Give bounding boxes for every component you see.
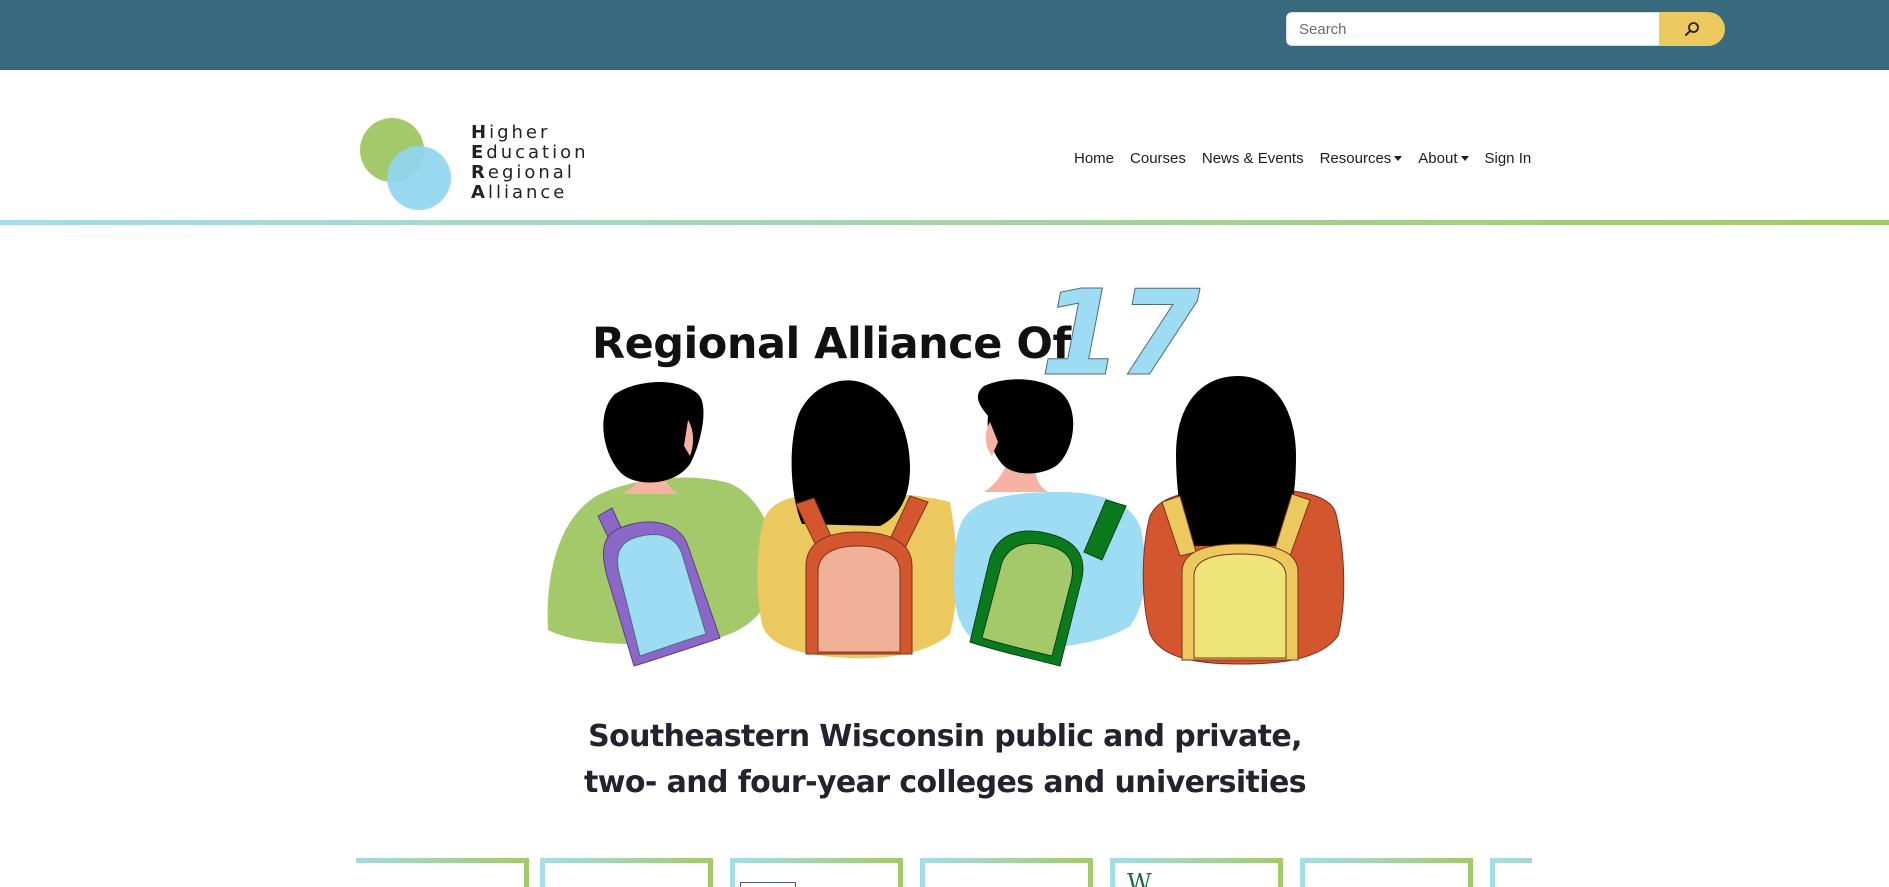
member-card[interactable] [920,858,1093,887]
member-cards-row: W [356,858,1532,887]
member-logo-icon [740,882,796,887]
logo-wordmark: Higher Education Regional Alliance [471,123,589,203]
chevron-down-icon [1460,156,1469,161]
nav-news-events[interactable]: News & Events [1194,150,1312,167]
nav-home[interactable]: Home [1074,150,1122,167]
member-card[interactable] [1490,858,1532,887]
search-icon [1685,22,1699,36]
member-card[interactable] [730,858,903,887]
member-card[interactable]: W [1110,858,1283,887]
student-3 [954,379,1146,667]
logo-line-3: Regional [471,162,575,183]
hero-banner: Regional Alliance Of 17 Southeastern Wis… [540,274,1350,806]
nav-courses[interactable]: Courses [1122,150,1194,167]
hero-number: 17 [1039,264,1200,402]
student-4 [1142,376,1345,665]
logo-line-4: Alliance [471,182,568,203]
member-card[interactable] [356,858,529,887]
nav-about[interactable]: About [1410,150,1476,167]
member-card[interactable] [1300,858,1473,887]
logo-line-1: Higher [471,122,551,143]
header-divider [0,220,1889,225]
hero-title: Regional Alliance Of [592,319,1071,369]
member-logo-glyph: W [1127,869,1152,887]
main-nav: Home Courses News & Events Resources Abo… [1074,150,1539,167]
nav-resources[interactable]: Resources [1312,150,1411,167]
hero-subtitle-line-1: Southeastern Wisconsin public and privat… [588,719,1302,754]
student-2 [757,380,957,659]
hero-subtitle-line-2: two- and four-year colleges and universi… [584,765,1307,800]
member-card[interactable] [540,858,713,887]
nav-sign-in[interactable]: Sign In [1477,150,1540,167]
search-button[interactable] [1659,12,1725,46]
top-bar [0,0,1889,70]
hero-subtitle: Southeastern Wisconsin public and privat… [540,714,1350,806]
hera-logo[interactable]: Higher Education Regional Alliance [360,118,600,214]
logo-line-2: Education [471,142,589,163]
search-form [1286,12,1725,46]
search-input[interactable] [1286,12,1659,46]
site-header: Higher Education Regional Alliance Home … [0,70,1889,220]
chevron-down-icon [1394,156,1403,161]
students-illustration [547,376,1345,667]
logo-circles-icon [360,118,451,210]
student-1 [547,382,776,667]
